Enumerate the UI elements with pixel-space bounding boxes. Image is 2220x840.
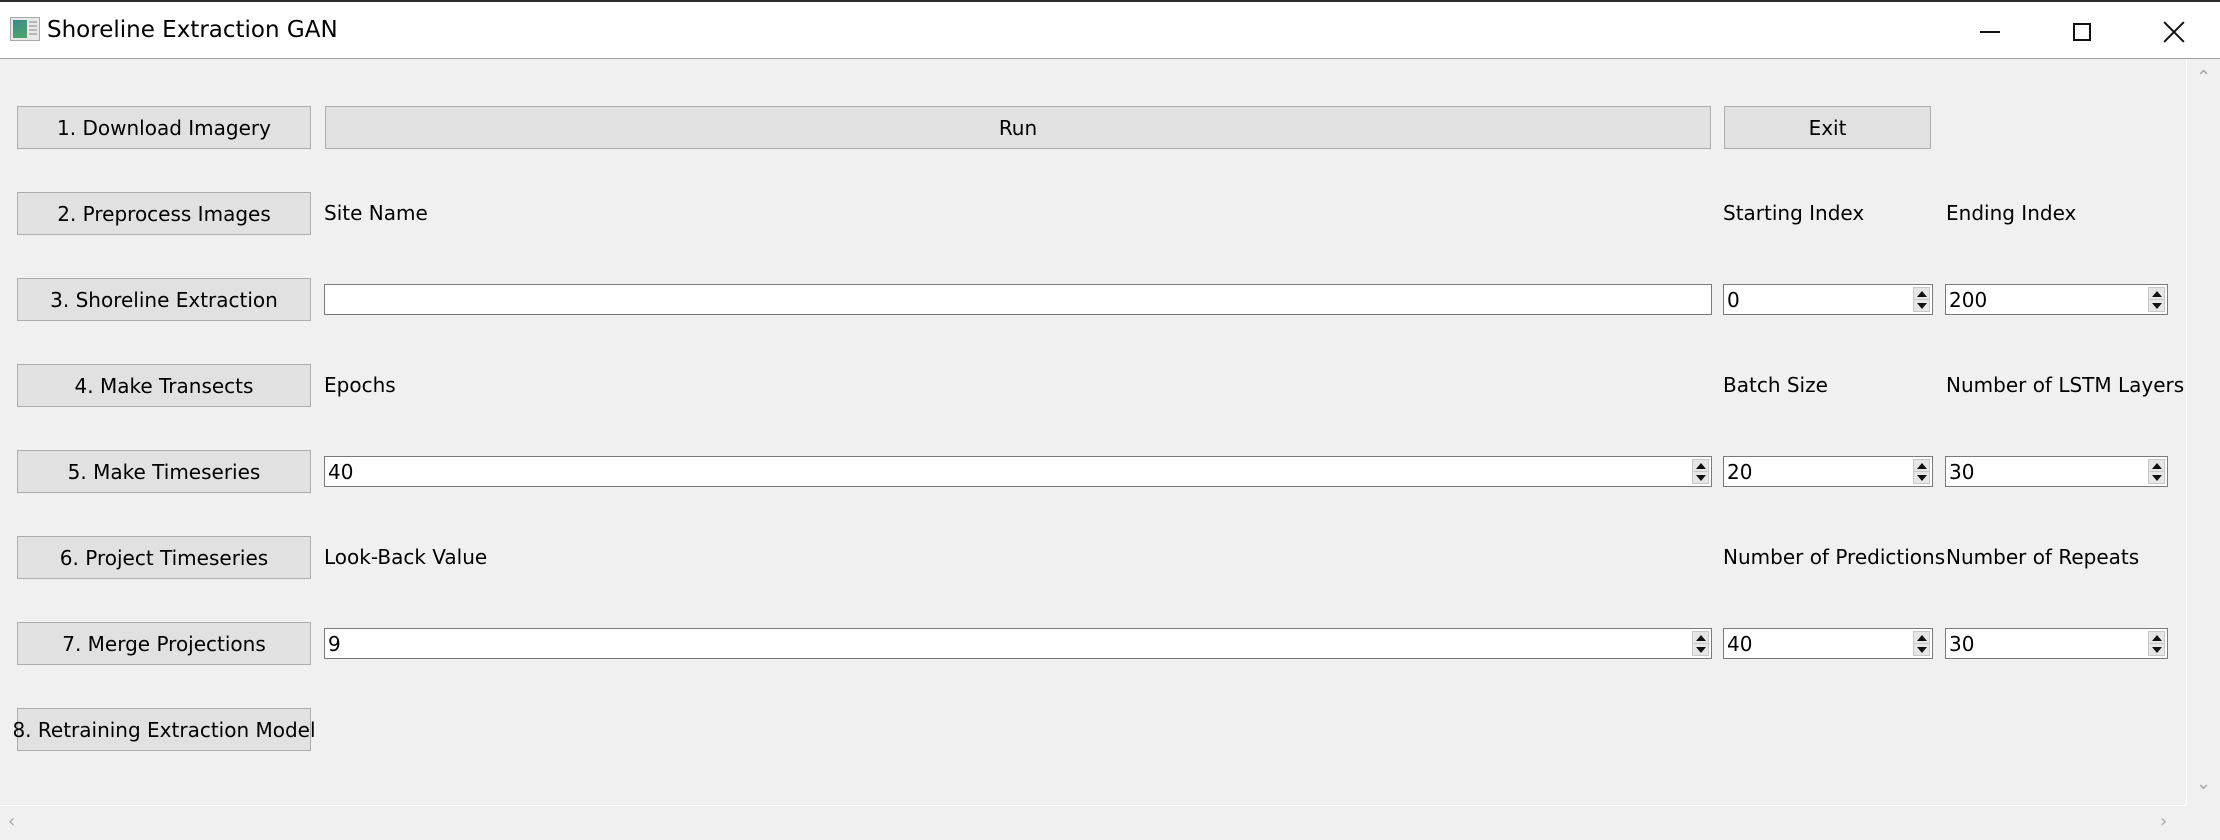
spin-buttons[interactable] — [1692, 631, 1709, 656]
window-title: Shoreline Extraction GAN — [47, 17, 338, 43]
num-repeats-input[interactable] — [1946, 629, 2148, 658]
batch-size-spinbox[interactable] — [1723, 456, 1933, 487]
arrow-up-icon — [1916, 634, 1927, 641]
scrollbar-corner — [2186, 805, 2220, 839]
spin-buttons[interactable] — [2148, 287, 2165, 312]
starting-index-input[interactable] — [1724, 285, 1913, 314]
num-predictions-label: Number of Predictions — [1723, 545, 1946, 569]
shoreline-extraction-button[interactable]: 3. Shoreline Extraction — [17, 278, 311, 321]
lstm-layers-input[interactable] — [1946, 457, 2148, 486]
preprocess-images-button[interactable]: 2. Preprocess Images — [17, 192, 311, 235]
spin-buttons[interactable] — [2148, 631, 2165, 656]
chevron-right-icon[interactable]: › — [2160, 813, 2167, 831]
make-transects-button[interactable]: 4. Make Transects — [17, 364, 311, 407]
look-back-spinbox[interactable] — [324, 628, 1712, 659]
chevron-left-icon[interactable]: ‹ — [8, 813, 15, 831]
spin-up-button[interactable] — [1914, 632, 1929, 643]
spin-down-button[interactable] — [1693, 643, 1708, 655]
arrow-up-icon — [2151, 634, 2162, 641]
arrow-up-icon — [1916, 290, 1927, 297]
close-button[interactable] — [2128, 4, 2220, 60]
arrow-up-icon — [1695, 634, 1706, 641]
ending-index-label: Ending Index — [1946, 201, 2077, 225]
lstm-layers-label: Number of LSTM Layers — [1946, 373, 2185, 397]
starting-index-label: Starting Index — [1723, 201, 1865, 225]
download-imagery-button[interactable]: 1. Download Imagery — [17, 106, 311, 149]
site-name-label: Site Name — [324, 201, 428, 225]
arrow-down-icon — [1916, 646, 1927, 653]
close-icon — [2163, 21, 2185, 43]
num-predictions-input[interactable] — [1724, 629, 1913, 658]
look-back-input[interactable] — [325, 629, 1692, 658]
arrow-down-icon — [1695, 646, 1706, 653]
merge-projections-button[interactable]: 7. Merge Projections — [17, 622, 311, 665]
look-back-label: Look-Back Value — [324, 545, 488, 569]
arrow-up-icon — [2151, 290, 2162, 297]
arrow-up-icon — [1695, 462, 1706, 469]
spin-up-button[interactable] — [2149, 288, 2164, 299]
main-panel: 1. Download Imagery 2. Preprocess Images… — [0, 59, 2186, 805]
spin-up-button[interactable] — [2149, 460, 2164, 471]
arrow-down-icon — [2151, 474, 2162, 481]
site-name-input[interactable] — [325, 285, 1708, 314]
vertical-scrollbar[interactable]: ⌃ ⌄ — [2186, 59, 2220, 805]
arrow-down-icon — [2151, 302, 2162, 309]
spin-buttons[interactable] — [1692, 459, 1709, 484]
run-button[interactable]: Run — [325, 106, 1711, 149]
title-bar[interactable]: Shoreline Extraction GAN — [0, 2, 2220, 59]
arrow-up-icon — [2151, 462, 2162, 469]
spin-down-button[interactable] — [2149, 471, 2164, 483]
app-window-icon — [10, 17, 40, 41]
make-timeseries-button[interactable]: 5. Make Timeseries — [17, 450, 311, 493]
chevron-down-icon[interactable]: ⌄ — [2196, 775, 2211, 793]
arrow-up-icon — [1916, 462, 1927, 469]
starting-index-spinbox[interactable] — [1723, 284, 1933, 315]
site-name-field[interactable] — [324, 284, 1712, 315]
spin-buttons[interactable] — [1913, 631, 1930, 656]
spin-up-button[interactable] — [1693, 632, 1708, 643]
project-timeseries-button[interactable]: 6. Project Timeseries — [17, 536, 311, 579]
spin-down-button[interactable] — [2149, 643, 2164, 655]
spin-down-button[interactable] — [1693, 471, 1708, 483]
ending-index-spinbox[interactable] — [1945, 284, 2168, 315]
spin-buttons[interactable] — [2148, 459, 2165, 484]
horizontal-scrollbar[interactable]: ‹ › — [0, 805, 2186, 840]
exit-button[interactable]: Exit — [1724, 106, 1931, 149]
spin-buttons[interactable] — [1913, 287, 1930, 312]
batch-size-label: Batch Size — [1723, 373, 1828, 397]
spin-down-button[interactable] — [1914, 643, 1929, 655]
maximize-button[interactable] — [2036, 4, 2128, 60]
epochs-spinbox[interactable] — [324, 456, 1712, 487]
num-repeats-label: Number of Repeats — [1946, 545, 2140, 569]
spin-up-button[interactable] — [2149, 632, 2164, 643]
minimize-button[interactable] — [1944, 4, 2036, 60]
arrow-down-icon — [2151, 646, 2162, 653]
epochs-label: Epochs — [324, 373, 396, 397]
spin-up-button[interactable] — [1914, 288, 1929, 299]
retraining-extraction-model-button[interactable]: 8. Retraining Extraction Model — [12, 708, 316, 751]
batch-size-input[interactable] — [1724, 457, 1913, 486]
spin-down-button[interactable] — [1914, 299, 1929, 311]
spin-buttons[interactable] — [1913, 459, 1930, 484]
spin-down-button[interactable] — [1914, 471, 1929, 483]
minimize-icon — [1980, 31, 2000, 33]
arrow-down-icon — [1916, 302, 1927, 309]
num-predictions-spinbox[interactable] — [1723, 628, 1933, 659]
epochs-input[interactable] — [325, 457, 1692, 486]
chevron-up-icon[interactable]: ⌃ — [2196, 69, 2211, 87]
lstm-layers-spinbox[interactable] — [1945, 456, 2168, 487]
ending-index-input[interactable] — [1946, 285, 2148, 314]
num-repeats-spinbox[interactable] — [1945, 628, 2168, 659]
arrow-down-icon — [1695, 474, 1706, 481]
arrow-down-icon — [1916, 474, 1927, 481]
spin-up-button[interactable] — [1914, 460, 1929, 471]
maximize-icon — [2073, 23, 2091, 41]
spin-down-button[interactable] — [2149, 299, 2164, 311]
spin-up-button[interactable] — [1693, 460, 1708, 471]
